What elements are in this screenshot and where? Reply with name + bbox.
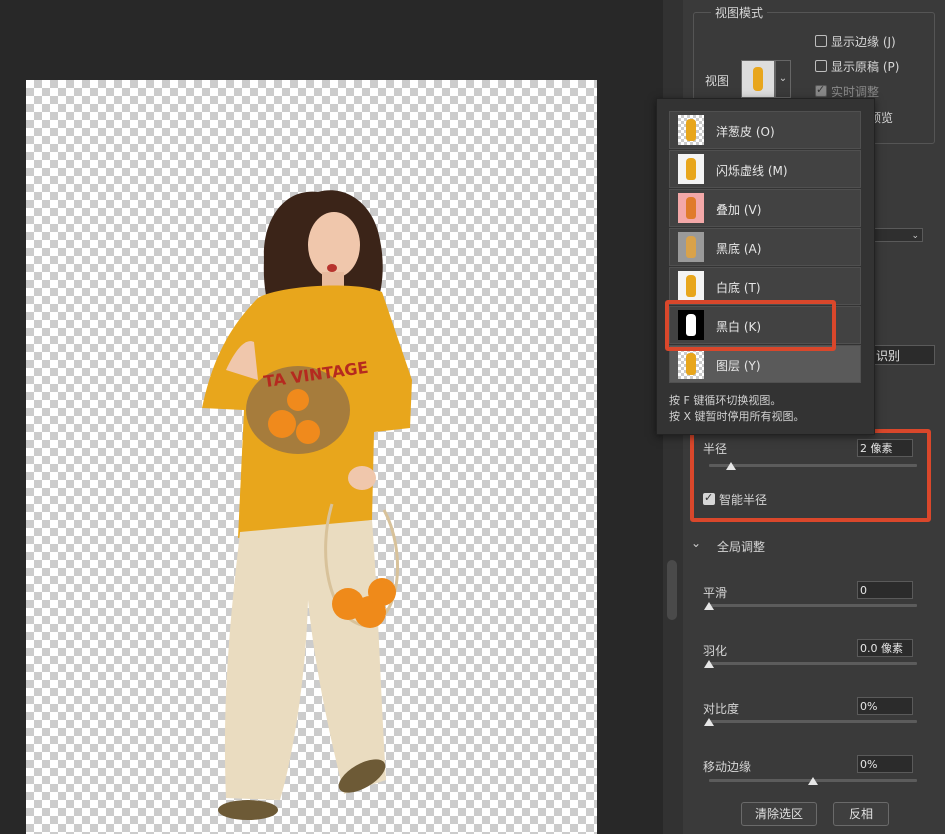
view-option-label: 洋葱皮 (O) [716, 125, 775, 139]
smooth-slider-thumb[interactable] [704, 602, 714, 610]
feather-slider-thumb[interactable] [704, 660, 714, 668]
mode-select-partial[interactable]: ⌄ [873, 228, 923, 242]
hint-x-key: 按 X 键暂时停用所有视图。 [669, 410, 805, 423]
global-adjust-chevron-icon[interactable]: ⌄ [691, 536, 701, 550]
highlight-black-white-box [665, 300, 836, 351]
smooth-input[interactable]: 0 [857, 581, 913, 599]
feather-slider[interactable] [709, 662, 917, 665]
shift-edge-label: 移动边缘 [703, 760, 752, 774]
realtime-adjust-checkbox[interactable] [815, 83, 827, 97]
canvas-area[interactable]: TA VINTAGE [0, 0, 663, 834]
shift-edge-input[interactable]: 0% [857, 755, 913, 773]
view-option-marching-ants[interactable]: 闪烁虚线 (M) [669, 150, 861, 188]
contrast-label: 对比度 [703, 702, 740, 716]
view-option-on-black[interactable]: 黑底 (A) [669, 228, 861, 266]
view-option-overlay[interactable]: 叠加 (V) [669, 189, 861, 227]
overlay-thumb [678, 193, 704, 223]
contrast-slider-thumb[interactable] [704, 718, 714, 726]
scrollbar-thumb[interactable] [667, 560, 677, 620]
contrast-input[interactable]: 0% [857, 697, 913, 715]
smooth-slider[interactable] [709, 604, 917, 607]
show-original-checkbox[interactable] [815, 60, 827, 72]
highlight-radius-box [690, 429, 931, 522]
recognize-button[interactable]: 识别 [869, 345, 935, 365]
view-dropdown-chevron[interactable]: ⌄ [775, 60, 791, 98]
invert-button[interactable]: 反相 [833, 802, 889, 826]
shift-edge-slider-thumb[interactable] [808, 777, 818, 785]
hint-f-key: 按 F 键循环切换视图。 [669, 394, 782, 407]
recognize-label: 识别 [876, 349, 901, 363]
view-thumbnail[interactable] [741, 60, 775, 98]
on-white-thumb [678, 271, 704, 301]
view-option-label: 白底 (T) [716, 281, 761, 295]
show-edge-checkbox[interactable] [815, 35, 827, 47]
global-adjust-title[interactable]: 全局调整 [717, 538, 765, 555]
document-canvas[interactable]: TA VINTAGE [26, 80, 597, 834]
view-option-label: 叠加 (V) [716, 203, 762, 217]
view-option-onion-skin[interactable]: 洋葱皮 (O) [669, 111, 861, 149]
on-black-thumb [678, 232, 704, 262]
clear-selection-button[interactable]: 清除选区 [741, 802, 817, 826]
view-option-label: 黑底 (A) [716, 242, 762, 256]
onion-skin-thumb [678, 115, 704, 145]
view-mode-title: 视图模式 [711, 4, 768, 21]
subject-image: TA VINTAGE [202, 190, 412, 820]
feather-label: 羽化 [703, 644, 728, 658]
layer-thumb [678, 349, 704, 379]
smooth-label: 平滑 [703, 586, 728, 600]
contrast-slider[interactable] [709, 720, 917, 723]
view-mode-popup: 洋葱皮 (O) 闪烁虚线 (M) 叠加 (V) 黑底 (A) 白底 (T) 黑白… [656, 98, 875, 435]
show-edge-label: 显示边缘 (J) [831, 35, 896, 49]
view-option-label: 图层 (Y) [716, 359, 761, 373]
view-label: 视图 [705, 74, 730, 88]
feather-input[interactable]: 0.0 像素 [857, 639, 913, 657]
view-option-label: 闪烁虚线 (M) [716, 164, 788, 178]
marching-ants-thumb [678, 154, 704, 184]
show-original-label: 显示原稿 (P) [831, 60, 900, 74]
